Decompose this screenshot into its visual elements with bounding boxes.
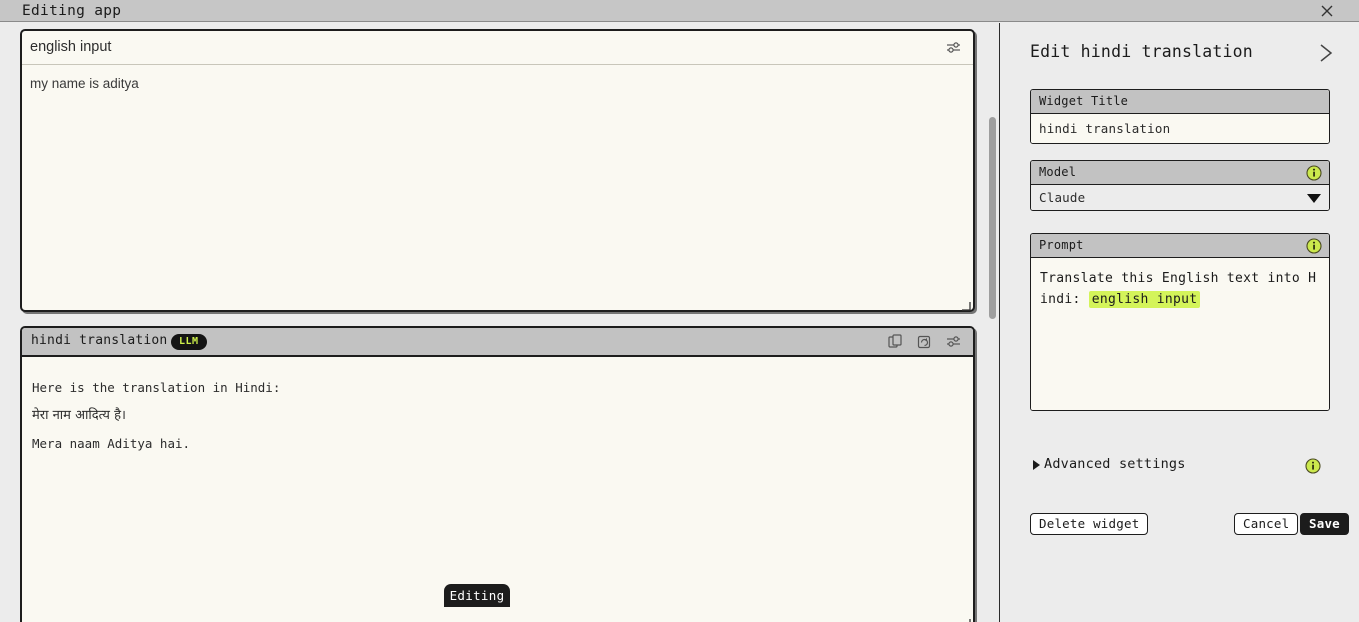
translation-line-intro: Here is the translation in Hindi: (32, 380, 281, 395)
llm-badge: LLM (171, 334, 207, 350)
prompt-field-group: Prompt Translate this English text into … (1030, 233, 1330, 411)
prompt-label: Prompt (1031, 234, 1329, 258)
info-icon[interactable] (1305, 458, 1321, 474)
translation-line-transliteration: Mera naam Aditya hai. (32, 436, 191, 451)
model-label: Model (1031, 161, 1329, 185)
chevron-down-icon (1307, 194, 1321, 203)
widget-hindi-translation[interactable]: hindi translation LLM Here is the transl… (20, 326, 975, 622)
widget-english-header: english input (22, 31, 973, 65)
sliders-icon[interactable] (945, 39, 962, 56)
window-titlebar: Editing app (0, 0, 1359, 22)
model-select-value: Claude (1039, 190, 1086, 205)
translation-line-devanagari: मेरा नाम आदित्य है। (32, 408, 126, 423)
canvas-scrollbar-thumb[interactable] (989, 117, 996, 319)
model-field-group: Model Claude (1030, 160, 1330, 211)
chevron-right-icon[interactable] (1315, 41, 1337, 65)
model-select[interactable]: Claude (1031, 185, 1329, 210)
advanced-settings-toggle[interactable]: Advanced settings (1030, 456, 1330, 476)
widget-title-label: Widget Title (1031, 90, 1329, 114)
widget-hindi-content[interactable]: Here is the translation in Hindi: मेरा न… (22, 357, 973, 458)
save-button[interactable]: Save (1300, 513, 1349, 535)
window-title: Editing app (22, 3, 122, 19)
prompt-textarea[interactable]: Translate this English text into Hindi: … (1031, 258, 1329, 410)
sliders-icon[interactable] (945, 333, 962, 350)
widget-english-resize-handle[interactable] (959, 296, 971, 311)
close-icon[interactable] (1317, 2, 1337, 20)
widget-english-header-icons (945, 31, 973, 64)
widget-hindi-header-icons (887, 328, 973, 355)
app-canvas: english input my name is aditya hindi tr… (0, 23, 1000, 622)
delete-widget-button[interactable]: Delete widget (1030, 513, 1149, 535)
copy-icon[interactable] (887, 333, 904, 350)
widget-title-input[interactable]: hindi translation (1031, 114, 1329, 143)
edit-widget-panel: Edit hindi translation Widget Title hind… (1001, 23, 1359, 622)
cancel-button[interactable]: Cancel (1234, 513, 1299, 535)
info-icon[interactable] (1306, 238, 1322, 254)
info-icon[interactable] (1306, 165, 1322, 181)
widget-title-field-group: Widget Title hindi translation (1030, 89, 1330, 144)
prompt-variable-pill[interactable]: english input (1088, 291, 1201, 308)
editing-status-tab: Editing (444, 584, 510, 607)
widget-english-input[interactable]: english input my name is aditya (20, 29, 975, 312)
regenerate-icon[interactable] (916, 333, 933, 350)
widget-english-title: english input (30, 39, 112, 55)
widget-hindi-header: hindi translation LLM (22, 328, 973, 357)
widget-hindi-resize-handle[interactable] (959, 613, 971, 622)
advanced-settings-label: Advanced settings (1044, 456, 1186, 472)
panel-title: Edit hindi translation (1030, 42, 1253, 61)
widget-english-content[interactable]: my name is aditya (22, 65, 973, 93)
widget-hindi-title: hindi translation (31, 333, 168, 348)
triangle-right-icon (1033, 460, 1040, 470)
